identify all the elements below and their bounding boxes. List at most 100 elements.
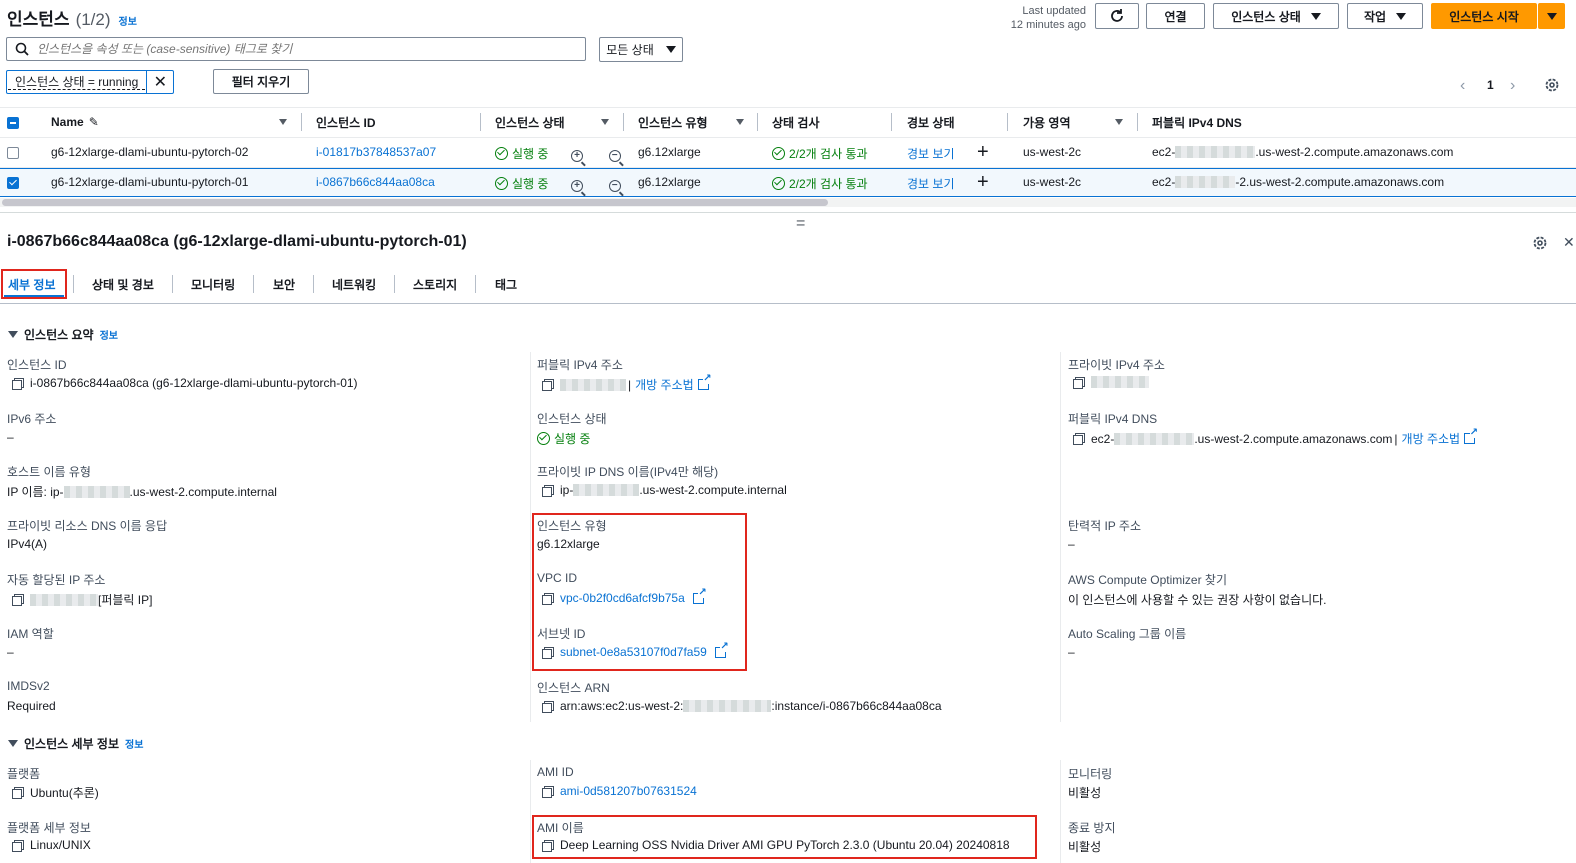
launch-instance-button[interactable]: 인스턴스 시작: [1431, 3, 1537, 29]
sort-icon[interactable]: [601, 119, 609, 125]
external-link-icon[interactable]: [1464, 428, 1479, 444]
column-header-status-check[interactable]: 상태 검사: [772, 108, 820, 136]
redacted-block: [683, 700, 772, 712]
tab-divider: [73, 275, 74, 293]
dropdown-icon: [1310, 12, 1321, 20]
tab-monitoring[interactable]: 모니터링: [191, 276, 235, 293]
tab-status-alarms[interactable]: 상태 및 경보: [92, 276, 154, 293]
view-alarms-link[interactable]: 경보 보기: [907, 145, 955, 162]
redacted-block: [560, 378, 626, 391]
copy-icon[interactable]: [542, 379, 554, 391]
ami-id-link[interactable]: ami-0d581207b07631524: [560, 784, 697, 798]
scrollbar-thumb[interactable]: [2, 199, 828, 206]
highlight-box: [1, 269, 67, 299]
drag-handle-icon[interactable]: =: [796, 216, 805, 232]
connect-button[interactable]: 연결: [1146, 3, 1205, 29]
copy-icon[interactable]: [12, 377, 24, 390]
table-row[interactable]: g6-12xlarge-dlami-ubuntu-pytorch-02 i-01…: [0, 138, 1576, 167]
column-divider: [1060, 760, 1061, 863]
info-link[interactable]: 정보: [100, 327, 118, 342]
redacted-block: [573, 484, 640, 496]
actions-button[interactable]: 작업: [1347, 3, 1423, 29]
tab-storage[interactable]: 스토리지: [413, 276, 457, 293]
copy-icon[interactable]: [12, 594, 24, 606]
chevron-right-icon[interactable]: ›: [1510, 77, 1515, 95]
last-updated: Last updated 12 minutes ago: [1010, 5, 1086, 31]
copy-icon[interactable]: [542, 700, 554, 713]
horizontal-scrollbar[interactable]: [0, 198, 1576, 207]
add-alarm-icon[interactable]: +: [977, 141, 989, 164]
section-instance-details[interactable]: 인스턴스 세부 정보 정보: [8, 735, 143, 752]
zoom-out-icon[interactable]: −: [608, 150, 621, 162]
label-private-dns-response: 프라이빗 리소스 DNS 이름 응답: [7, 519, 168, 533]
section-instance-summary[interactable]: 인스턴스 요약 정보: [8, 326, 118, 343]
label-instance-state: 인스턴스 상태: [537, 412, 607, 426]
tab-security[interactable]: 보안: [273, 276, 295, 293]
search-icon: [15, 42, 29, 56]
copy-icon[interactable]: [1073, 433, 1085, 445]
column-header-name[interactable]: Name ✎: [51, 108, 99, 136]
tab-networking[interactable]: 네트워킹: [332, 276, 376, 293]
copy-icon[interactable]: [12, 787, 24, 799]
column-header-public-dns[interactable]: 퍼블릭 IPv4 DNS: [1152, 108, 1242, 136]
page-title: 인스턴스: [7, 10, 70, 29]
sort-icon[interactable]: [736, 119, 744, 125]
copy-icon[interactable]: [1073, 376, 1085, 389]
search-input[interactable]: [37, 42, 557, 56]
column-divider: [480, 113, 481, 131]
column-header-state[interactable]: 인스턴스 상태: [495, 108, 565, 136]
info-link[interactable]: 정보: [125, 736, 143, 751]
column-header-az[interactable]: 가용 영역: [1023, 108, 1071, 136]
select-all-checkbox[interactable]: [7, 117, 19, 129]
column-divider: [757, 113, 758, 131]
close-icon[interactable]: ✕: [146, 71, 173, 93]
view-alarms-link[interactable]: 경보 보기: [907, 175, 955, 192]
label-auto-scaling-group: Auto Scaling 그룹 이름: [1068, 627, 1187, 641]
zoom-in-icon[interactable]: +: [571, 150, 583, 162]
zoom-out-icon[interactable]: −: [608, 180, 621, 192]
instance-id-link[interactable]: i-0867b66c844aa08ca: [316, 175, 435, 189]
ami-id-value: ami-0d581207b07631524: [542, 784, 697, 798]
row-checkbox[interactable]: [7, 177, 19, 189]
launch-dropdown-button[interactable]: [1538, 3, 1565, 29]
add-alarm-icon[interactable]: +: [977, 171, 989, 194]
dropdown-icon: [665, 46, 676, 53]
label-platform: 플랫폼: [7, 767, 41, 781]
copy-icon[interactable]: [542, 785, 554, 798]
refresh-button[interactable]: [1095, 3, 1139, 29]
instance-state-button[interactable]: 인스턴스 상태: [1213, 3, 1339, 29]
column-header-type[interactable]: 인스턴스 유형: [638, 108, 708, 136]
page-header: 인스턴스 (1/2) 정보: [7, 5, 137, 30]
settings-icon[interactable]: [1544, 77, 1560, 93]
open-address-link[interactable]: 개방 주소법: [1402, 430, 1461, 447]
check-circle-icon: [495, 147, 508, 160]
platform-detail-value: Linux/UNIX: [12, 838, 91, 852]
label-iam-role: IAM 역할: [7, 627, 54, 641]
page-number[interactable]: 1: [1487, 78, 1494, 92]
clear-filters-button[interactable]: 필터 지우기: [213, 69, 309, 94]
info-link[interactable]: 정보: [119, 13, 137, 28]
search-box[interactable]: [6, 37, 586, 61]
redacted-block: [1091, 376, 1149, 388]
state-filter-select[interactable]: 모든 상태: [599, 37, 683, 62]
external-link-icon[interactable]: [697, 374, 712, 390]
close-icon[interactable]: ✕: [1563, 234, 1575, 251]
status-check: 2/2개 검사 통과: [772, 175, 868, 192]
sort-icon[interactable]: [1115, 119, 1123, 125]
copy-icon[interactable]: [12, 839, 24, 852]
settings-icon[interactable]: [1532, 235, 1548, 251]
row-checkbox[interactable]: [7, 147, 19, 159]
refresh-icon: [1111, 9, 1123, 22]
instance-id-link[interactable]: i-01817b37848537a07: [316, 145, 436, 159]
copy-icon[interactable]: [542, 484, 554, 497]
check-circle-icon: [772, 177, 785, 190]
table-row-selected[interactable]: g6-12xlarge-dlami-ubuntu-pytorch-01 i-08…: [0, 168, 1576, 197]
auto-scaling-group-value: –: [1068, 645, 1075, 659]
tab-tags[interactable]: 태그: [495, 276, 517, 293]
column-header-alarm[interactable]: 경보 상태: [907, 108, 955, 136]
column-header-instance-id[interactable]: 인스턴스 ID: [316, 108, 376, 136]
open-address-link[interactable]: 개방 주소법: [635, 376, 694, 393]
zoom-in-icon[interactable]: +: [571, 180, 583, 192]
chevron-left-icon[interactable]: ‹: [1460, 77, 1465, 95]
sort-icon[interactable]: [279, 119, 287, 125]
